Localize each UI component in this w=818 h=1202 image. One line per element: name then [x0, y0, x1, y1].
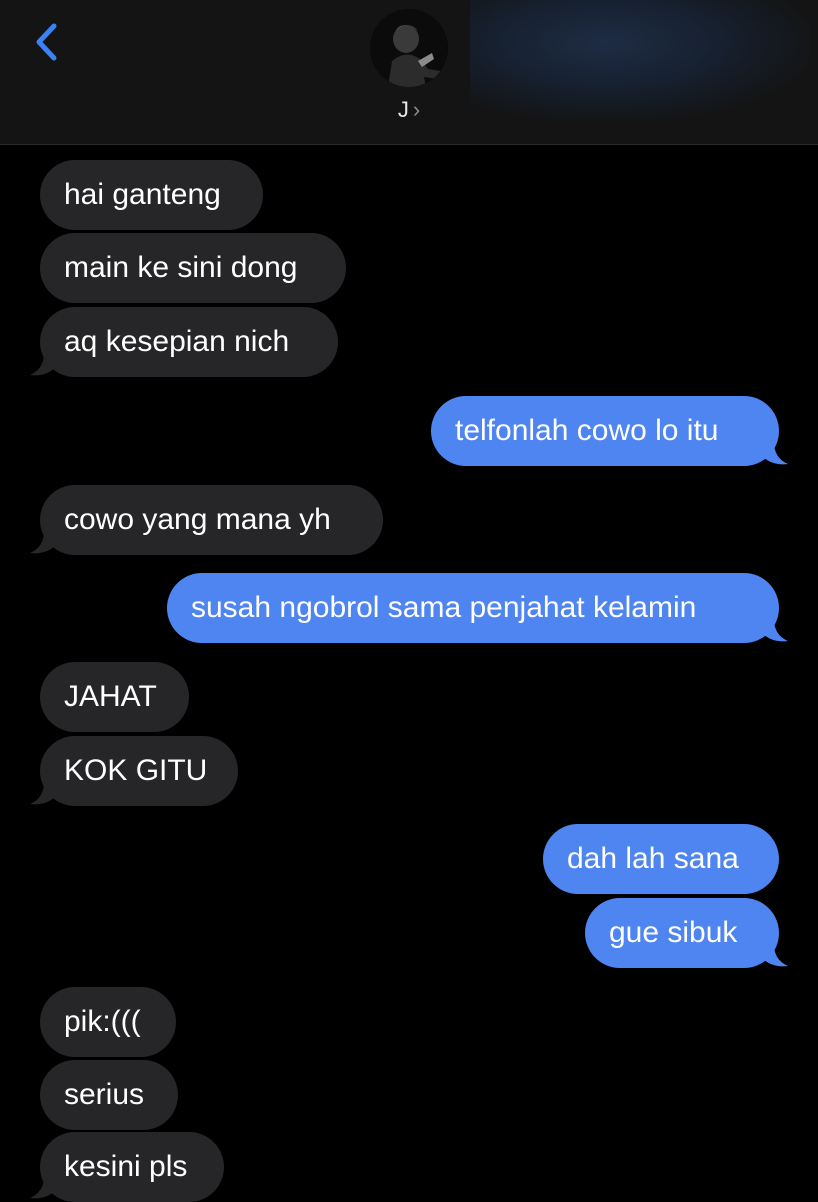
bubble-tail-outgoing	[762, 944, 788, 967]
message-text: susah ngobrol sama penjahat kelamin	[191, 591, 697, 624]
message-text: KOK GITU	[64, 754, 208, 787]
message-bubble-outgoing[interactable]: susah ngobrol sama penjahat kelamin	[167, 573, 779, 643]
message-text: gue sibuk	[609, 916, 738, 949]
message-text: main ke sini dong	[64, 251, 298, 284]
message-bubble-incoming[interactable]: cowo yang mana yh	[40, 485, 383, 555]
message-text: cowo yang mana yh	[64, 503, 331, 536]
message-text: JAHAT	[64, 680, 157, 713]
contact-avatar[interactable]	[370, 9, 448, 87]
message-text: dah lah sana	[567, 842, 739, 875]
message-bubble-incoming[interactable]: aq kesepian nich	[40, 307, 338, 377]
message-bubble-incoming[interactable]: main ke sini dong	[40, 233, 346, 303]
bubble-tail-incoming	[30, 782, 56, 805]
message-text: aq kesepian nich	[64, 325, 290, 358]
contact-name: J	[397, 97, 409, 122]
contact-name-button[interactable]: J ›	[0, 97, 818, 123]
bubble-tail-incoming	[30, 353, 56, 376]
message-text: telfonlah cowo lo itu	[455, 414, 719, 447]
message-bubble-incoming[interactable]: pik:(((	[40, 987, 176, 1057]
message-bubble-incoming[interactable]: KOK GITU	[40, 736, 238, 806]
contact-avatar-photo	[370, 9, 448, 87]
bubble-tail-outgoing	[762, 619, 788, 642]
message-bubble-outgoing[interactable]: telfonlah cowo lo itu	[431, 396, 779, 466]
message-bubble-incoming[interactable]: kesini pls	[40, 1132, 224, 1202]
back-button[interactable]	[30, 20, 64, 64]
message-bubble-incoming[interactable]: hai ganteng	[40, 160, 263, 230]
chevron-right-icon: ›	[412, 97, 421, 122]
bubble-tail-incoming	[30, 531, 56, 554]
message-bubble-outgoing[interactable]: gue sibuk	[585, 898, 779, 968]
message-bubble-incoming[interactable]: JAHAT	[40, 662, 189, 732]
message-text: kesini pls	[64, 1150, 188, 1183]
message-text: hai ganteng	[64, 178, 221, 211]
message-bubble-incoming[interactable]: serius	[40, 1060, 178, 1130]
conversation-header: J ›	[0, 0, 818, 145]
message-text: serius	[64, 1078, 145, 1111]
chevron-left-icon	[36, 23, 57, 61]
message-bubble-outgoing[interactable]: dah lah sana	[543, 824, 779, 894]
message-text: pik:(((	[64, 1005, 141, 1038]
bubble-tail-outgoing	[762, 442, 788, 465]
bubble-tail-incoming	[30, 1176, 56, 1199]
